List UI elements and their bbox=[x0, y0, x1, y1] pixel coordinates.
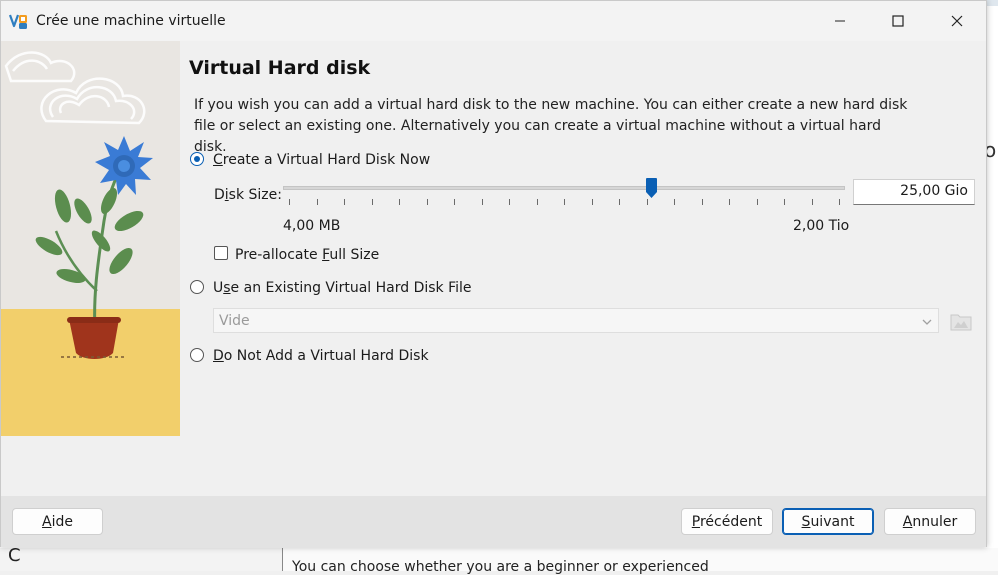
slider-tick bbox=[564, 199, 565, 205]
disk-size-slider-ticks bbox=[283, 199, 845, 207]
slider-tick bbox=[454, 199, 455, 205]
existing-disk-select-value: Vide bbox=[219, 313, 250, 329]
no-disk-label[interactable]: Do Not Add a Virtual Hard Disk bbox=[213, 348, 429, 364]
page-description: If you wish you can add a virtual hard d… bbox=[194, 97, 908, 155]
slider-tick bbox=[647, 199, 648, 205]
preallocate-label[interactable]: Pre-allocate Full Size bbox=[235, 247, 379, 263]
no-disk-radio[interactable] bbox=[190, 348, 204, 362]
slider-tick bbox=[482, 199, 483, 205]
disk-size-input[interactable]: 25,00 Gio bbox=[853, 179, 975, 205]
wizard-illustration bbox=[1, 41, 180, 436]
disk-size-slider-track[interactable] bbox=[283, 186, 845, 190]
wizard-page: Virtual Hard disk If you wish you can ad… bbox=[1, 41, 986, 496]
background-description-text: You can choose whether you are a beginne… bbox=[292, 559, 709, 575]
slider-tick bbox=[537, 199, 538, 205]
close-icon bbox=[951, 15, 963, 27]
slider-tick bbox=[757, 199, 758, 205]
minimize-icon bbox=[834, 15, 846, 27]
slider-tick bbox=[619, 199, 620, 205]
help-button[interactable]: Aide bbox=[12, 508, 103, 535]
minimize-button[interactable] bbox=[811, 1, 869, 41]
title-bar[interactable]: Crée une machine virtuelle bbox=[1, 1, 986, 41]
slider-tick bbox=[812, 199, 813, 205]
disk-size-slider-handle[interactable] bbox=[646, 178, 657, 198]
slider-tick bbox=[427, 199, 428, 205]
background-partial-glyph: C bbox=[8, 545, 21, 566]
previous-button[interactable]: Précédent bbox=[681, 508, 773, 535]
slider-tick bbox=[344, 199, 345, 205]
next-button-label: Suivant bbox=[801, 513, 855, 530]
slider-tick bbox=[702, 199, 703, 205]
slider-tick bbox=[399, 199, 400, 205]
create-disk-now-radio[interactable] bbox=[190, 152, 204, 166]
choose-disk-file-button[interactable] bbox=[950, 311, 972, 331]
next-button[interactable]: Suivant bbox=[782, 508, 874, 535]
disk-size-min-label: 4,00 MB bbox=[283, 218, 341, 234]
existing-disk-select[interactable]: Vide bbox=[213, 308, 939, 333]
help-button-label: Aide bbox=[42, 513, 73, 530]
cancel-button[interactable]: Annuler bbox=[884, 508, 976, 535]
background-left-pane bbox=[0, 548, 283, 571]
create-disk-now-label[interactable]: Create a Virtual Hard Disk Now bbox=[213, 152, 430, 168]
preallocate-checkbox[interactable] bbox=[214, 246, 228, 260]
cancel-button-label: Annuler bbox=[902, 513, 958, 530]
folder-icon bbox=[950, 314, 972, 335]
slider-tick bbox=[289, 199, 290, 205]
slider-tick bbox=[784, 199, 785, 205]
slider-tick bbox=[592, 199, 593, 205]
slider-tick bbox=[509, 199, 510, 205]
disk-size-label: Disk Size: bbox=[214, 187, 282, 203]
maximize-icon bbox=[892, 15, 904, 27]
disk-size-max-label: 2,00 Tio bbox=[793, 218, 850, 234]
window-title: Crée une machine virtuelle bbox=[36, 13, 226, 29]
slider-tick bbox=[372, 199, 373, 205]
dialog-footer: Aide Précédent Suivant Annuler bbox=[1, 496, 986, 547]
slider-tick bbox=[839, 199, 840, 205]
close-button[interactable] bbox=[928, 1, 986, 41]
slider-tick bbox=[317, 199, 318, 205]
previous-button-label: Précédent bbox=[691, 513, 763, 530]
use-existing-disk-radio[interactable] bbox=[190, 280, 204, 294]
create-vm-dialog: Crée une machine virtuelle Virtual Hard … bbox=[0, 0, 987, 547]
maximize-button[interactable] bbox=[869, 1, 927, 41]
slider-tick bbox=[674, 199, 675, 205]
virtualbox-app-icon bbox=[8, 12, 29, 32]
chevron-down-icon bbox=[922, 315, 932, 331]
use-existing-disk-label[interactable]: Use an Existing Virtual Hard Disk File bbox=[213, 280, 472, 296]
page-title: Virtual Hard disk bbox=[189, 57, 371, 79]
slider-tick bbox=[729, 199, 730, 205]
